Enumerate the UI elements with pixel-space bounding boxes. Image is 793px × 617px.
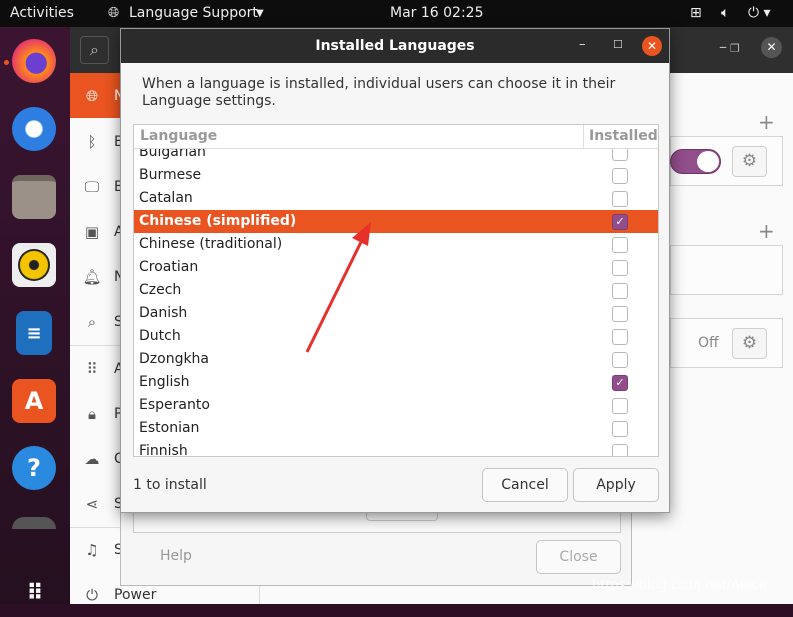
divider xyxy=(583,125,584,149)
arrow-head xyxy=(352,222,371,246)
annotation-arrow xyxy=(305,222,371,353)
column-language[interactable]: Language xyxy=(140,128,217,144)
arrow-shaft xyxy=(305,239,364,353)
watermark: https://blog.csdn.net/Alece xyxy=(592,578,767,593)
column-installed[interactable]: Installed xyxy=(589,128,658,144)
list-header: Language Installed xyxy=(134,125,658,149)
